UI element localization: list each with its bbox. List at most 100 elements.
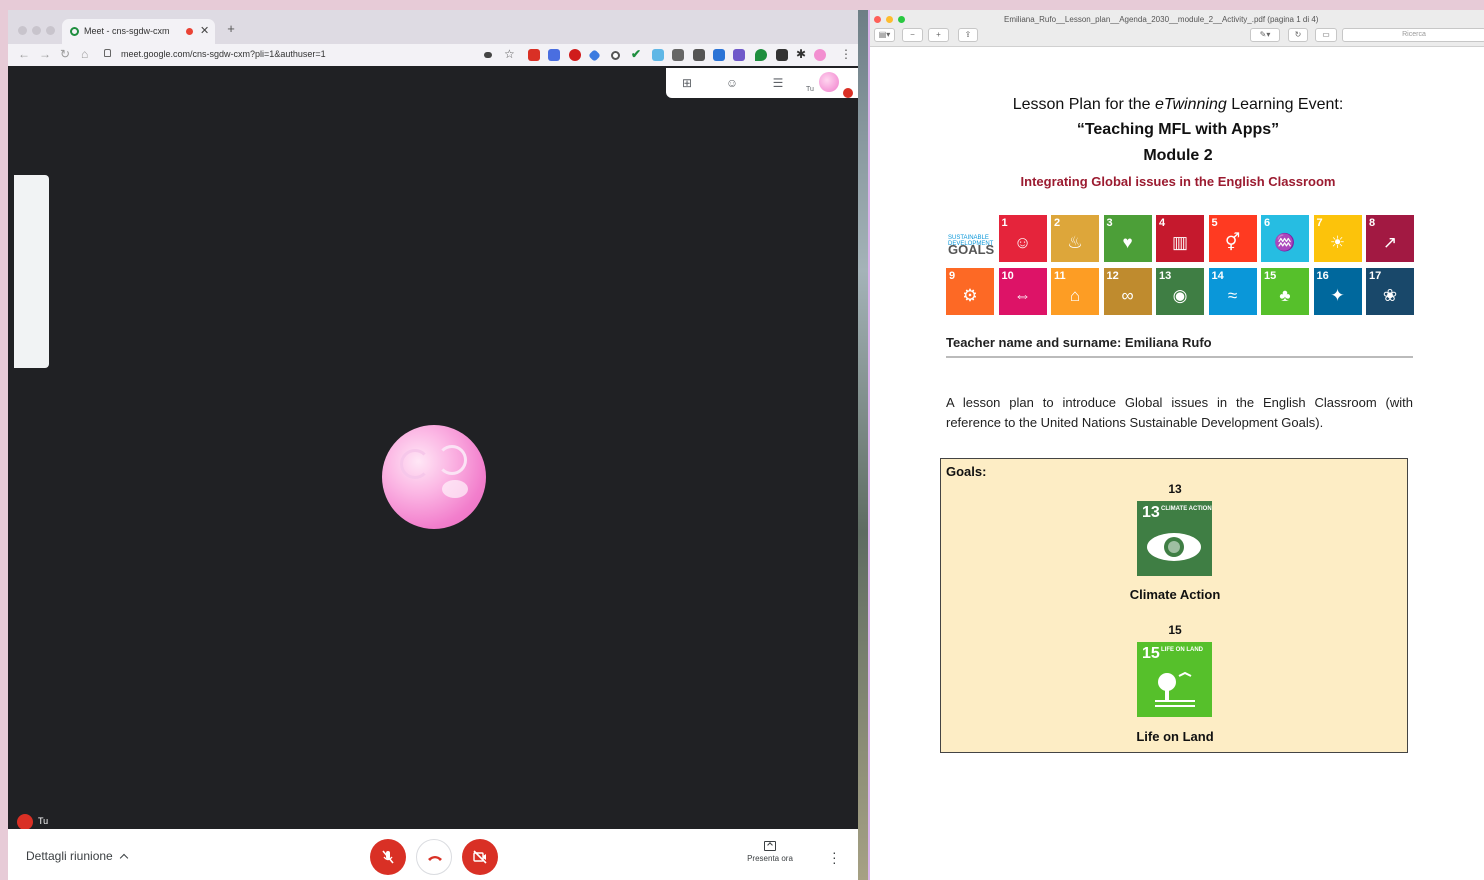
meeting-details-button[interactable]: Dettagli riunione <box>26 849 128 863</box>
mic-off-icon <box>382 850 394 864</box>
present-now-button[interactable]: Presenta ora <box>732 841 808 863</box>
extension-pen-icon[interactable] <box>693 49 705 61</box>
share-icon[interactable]: ⇪ <box>958 28 978 42</box>
sdg-17-icon: ❀ <box>1382 286 1398 305</box>
extension-badge-icon[interactable] <box>733 49 745 61</box>
reload-icon[interactable]: ↻ <box>60 47 70 61</box>
sdg-tile-9: 9 ⚙ <box>946 268 994 315</box>
sdg-tile-3: 3 ♥ <box>1103 215 1152 262</box>
forward-icon[interactable]: → <box>39 47 51 61</box>
extension-circle-icon[interactable] <box>611 51 620 60</box>
extension-diamond-icon[interactable] <box>588 49 601 62</box>
pdf-page: Lesson Plan for the eTwinning Learning E… <box>870 48 1484 880</box>
back-icon[interactable]: ← <box>18 47 30 61</box>
sdg-tile-17: 17 ❀ <box>1366 268 1414 315</box>
camera-toggle-button[interactable] <box>462 839 498 875</box>
extension-bird-icon[interactable] <box>672 49 684 61</box>
participants-icon[interactable]: ☺ <box>723 74 741 92</box>
goals-box: Goals: 13 13 CLIMATE ACTION Climate Acti… <box>940 458 1408 753</box>
browser-window: Meet - cns-sgdw-cxm ✕ + ← → ↻ ⌂ meet.goo… <box>8 10 858 880</box>
sdg-tile-11: 11 ⌂ <box>1051 268 1099 315</box>
zoom-window-icon[interactable] <box>898 16 905 23</box>
sdg-tile-10: 10 ⇔ <box>998 268 1047 315</box>
pdf-search-field[interactable]: Ricerca <box>1342 28 1484 42</box>
extension-check-icon[interactable]: ✔ <box>631 47 641 61</box>
zoom-out-icon[interactable]: − <box>902 28 923 42</box>
browser-tab[interactable]: Meet - cns-sgdw-cxm ✕ <box>62 19 215 44</box>
sdg-8-icon: ↗ <box>1382 233 1398 252</box>
desktop-background <box>858 10 868 880</box>
sdg-tile-7: 7 ☀ <box>1313 215 1362 262</box>
goal-tile-climate: 13 CLIMATE ACTION <box>1137 501 1212 576</box>
extensions-puzzle-icon[interactable]: ✱ <box>796 47 806 61</box>
zoom-window-icon[interactable] <box>46 26 55 35</box>
more-options-icon[interactable]: · · · <box>832 845 837 869</box>
sdg-2-icon: ♨ <box>1067 233 1083 252</box>
extension-pin-icon[interactable] <box>755 49 767 61</box>
home-icon[interactable]: ⌂ <box>81 47 88 61</box>
sdg-logo: SUSTAINABLE DEVELOPMENT GOALS <box>946 215 994 262</box>
close-tab-icon[interactable]: ✕ <box>200 24 209 37</box>
sdg-tile-16: 16 ✦ <box>1313 268 1362 315</box>
self-avatar-small[interactable] <box>819 72 839 92</box>
sdg-tile-12: 12 ∞ <box>1103 268 1152 315</box>
extension-adblock-icon[interactable] <box>528 49 540 61</box>
close-window-icon[interactable] <box>874 16 881 23</box>
close-window-icon[interactable] <box>18 26 27 35</box>
present-screen-icon <box>764 841 776 851</box>
sdg-3-icon: ♥ <box>1122 233 1133 252</box>
extension-opera-icon[interactable] <box>569 49 581 61</box>
new-tab-button[interactable]: + <box>224 22 238 36</box>
side-panel-tab[interactable] <box>14 175 49 368</box>
sdg-16-icon: ✦ <box>1330 286 1345 305</box>
self-label: Tu <box>38 816 49 826</box>
camera-off-icon <box>473 850 487 864</box>
sdg-tile-14: 14 ≈ <box>1208 268 1257 315</box>
sdg-12-icon: ∞ <box>1121 286 1134 305</box>
address-bar[interactable]: meet.google.com/cns-sgdw-cxm?pli=1&authu… <box>100 46 480 63</box>
pdf-viewer-window: Emiliana_Rufo__Lesson_plan__Agenda_2030_… <box>868 10 1484 880</box>
chat-icon[interactable]: ☰ <box>769 74 787 92</box>
doc-title: Lesson Plan for the eTwinning Learning E… <box>1012 96 1344 113</box>
teacher-name: Teacher name and surname: Emiliana Rufo <box>946 335 1212 350</box>
meeting-details-label: Dettagli riunione <box>26 849 113 863</box>
sidebar-toggle-icon[interactable]: ▤▾ <box>874 28 895 42</box>
rotate-icon[interactable]: ↻ <box>1288 28 1308 42</box>
goal-tile-life-on-land: 15 LIFE ON LAND <box>1137 642 1212 717</box>
doc-module: Module 2 <box>1143 147 1213 164</box>
meet-bottom-bar: Dettagli riunione Presenta ora · · · <box>8 829 858 880</box>
doc-subtitle: “Teaching MFL with Apps” <box>1076 121 1280 138</box>
goal-number: 13 <box>1168 482 1182 496</box>
divider-line <box>946 356 1413 358</box>
browser-menu-icon[interactable]: ⋮ <box>840 47 852 61</box>
leave-call-button[interactable] <box>416 839 452 875</box>
minimize-window-icon[interactable] <box>32 26 41 35</box>
activities-grid-icon[interactable]: ⊞ <box>678 74 696 92</box>
sdg-9-icon: ⚙ <box>962 286 978 305</box>
mic-toggle-button[interactable] <box>370 839 406 875</box>
chevron-up-icon <box>119 853 128 863</box>
camera-indicator-icon[interactable] <box>484 52 492 58</box>
meet-favicon-icon <box>70 27 79 36</box>
sdg-tile-5: 5 ⚥ <box>1208 215 1257 262</box>
bookmark-star-icon[interactable]: ☆ <box>504 47 515 61</box>
sdg-14-icon: ≈ <box>1227 286 1238 305</box>
goal-name: Life on Land <box>1136 729 1214 744</box>
extension-screen-icon[interactable] <box>548 49 560 61</box>
self-label-top: Tu <box>806 86 814 93</box>
sdg-tile-13: 13 ◉ <box>1156 268 1204 315</box>
minimize-window-icon[interactable] <box>886 16 893 23</box>
markup-pen-icon[interactable]: ✎▾ <box>1250 28 1280 42</box>
extension-wave-icon[interactable] <box>652 49 664 61</box>
toolbox-icon[interactable]: ▭ <box>1315 28 1337 42</box>
extension-feather-icon[interactable] <box>713 49 725 61</box>
sdg-tile-2: 2 ♨ <box>1051 215 1099 262</box>
present-now-label: Presenta ora <box>747 854 793 863</box>
participant-avatar <box>382 425 486 529</box>
profile-avatar-icon[interactable] <box>814 49 826 61</box>
sdg-6-icon: ♒ <box>1274 233 1296 252</box>
zoom-in-icon[interactable]: + <box>928 28 949 42</box>
self-mic-muted-icon <box>17 814 33 830</box>
sdg-tile-1: 1 ☺ <box>998 215 1047 262</box>
extension-grid-icon[interactable] <box>776 49 788 61</box>
